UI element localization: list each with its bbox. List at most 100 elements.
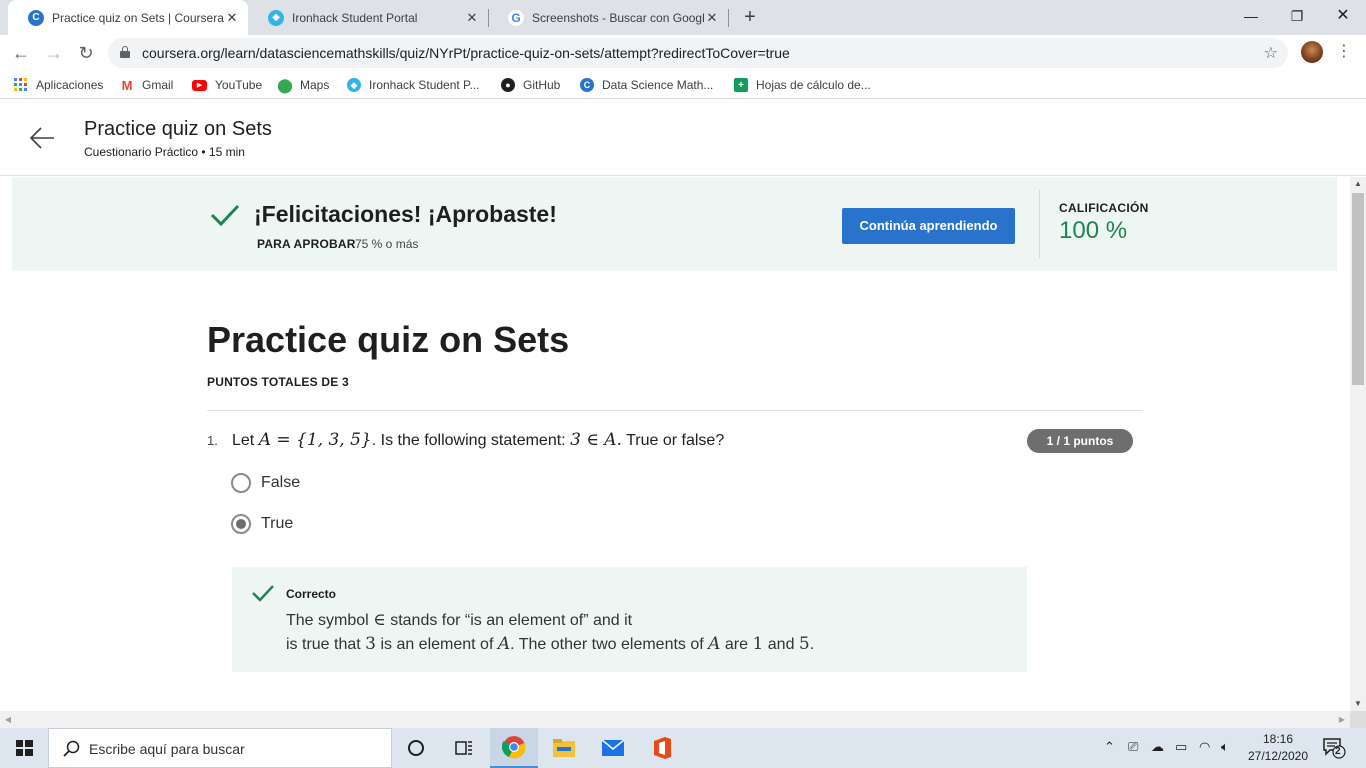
bookmark-label: Ironhack Student P... (369, 78, 480, 92)
scroll-up-icon[interactable]: ▲ (1350, 177, 1366, 191)
feedback-text: are (724, 636, 749, 653)
feedback-label: Correcto (286, 587, 337, 601)
tab-ironhack[interactable]: ◆ Ironhack Student Portal ✕ (248, 0, 488, 35)
ironhack-icon: ◆ (268, 9, 284, 26)
feedback-text: is true that (286, 636, 361, 653)
question-prefix: Let (232, 432, 255, 449)
wifi-icon[interactable]: ◠ (1199, 739, 1210, 755)
bookmark-ironhack[interactable]: ◆ Ironhack Student P... (347, 76, 480, 94)
task-view-icon[interactable] (440, 728, 488, 768)
check-icon (252, 585, 274, 602)
close-icon[interactable]: ✕ (224, 10, 240, 26)
grade-label: CALIFICACIÓN (1059, 201, 1149, 215)
check-icon (210, 204, 240, 227)
pass-value: 75 % o más (355, 237, 419, 251)
bookmark-sheets[interactable]: + Hojas de cálculo de... (734, 76, 871, 94)
tab-coursera[interactable]: C Practice quiz on Sets | Coursera ✕ (8, 0, 248, 35)
gmail-icon: M (121, 77, 133, 93)
youtube-icon: ▶ (192, 79, 207, 91)
option-label: True (261, 515, 294, 532)
reload-icon[interactable]: ↻ (72, 39, 100, 67)
lock-icon (120, 46, 130, 58)
address-bar[interactable]: coursera.org/learn/datasciencemathskills… (108, 38, 1288, 68)
close-icon[interactable]: ✕ (704, 10, 720, 26)
notification-count: 2 (1335, 746, 1341, 757)
divider (207, 410, 1143, 411)
browser-toolbar: ← → ↻ coursera.org/learn/datasciencemath… (0, 35, 1366, 70)
system-clock[interactable]: 18:16 27/12/2020 (1244, 731, 1312, 765)
feedback-math: A (497, 634, 511, 654)
minimize-icon[interactable]: — (1228, 0, 1274, 35)
page-header: Practice quiz on Sets Cuestionario Práct… (0, 102, 1366, 176)
total-points: PUNTOS TOTALES DE 3 (207, 375, 349, 389)
radio-button-selected[interactable] (231, 514, 251, 534)
horizontal-scrollbar[interactable]: ◀ ▶ (0, 711, 1350, 728)
window-close-icon[interactable]: ✕ (1320, 0, 1366, 35)
search-icon (63, 740, 80, 757)
onedrive-icon[interactable]: ☁ (1151, 739, 1164, 755)
back-arrow-icon[interactable] (28, 124, 56, 152)
restore-icon[interactable]: ❐ (1274, 0, 1320, 35)
option-false[interactable]: False (231, 472, 300, 494)
battery-icon[interactable]: ▭ (1175, 739, 1187, 755)
feedback-text: . (809, 636, 815, 653)
tray-chevron-icon[interactable]: ⌃ (1104, 739, 1115, 755)
feedback-text: and (767, 636, 795, 653)
vertical-scrollbar[interactable]: ▲ ▼ (1350, 177, 1366, 711)
scrollbar-corner (1350, 711, 1366, 728)
meet-now-icon[interactable]: ⎚ (1128, 739, 1138, 755)
tab-title: Practice quiz on Sets | Coursera (52, 10, 224, 25)
bookmark-youtube[interactable]: ▶ YouTube (192, 76, 262, 94)
question-middle: . Is the following statement: (371, 432, 566, 449)
cortana-icon[interactable] (392, 728, 440, 768)
clock-time: 18:16 (1262, 732, 1294, 746)
scroll-down-icon[interactable]: ▼ (1350, 697, 1366, 711)
forward-icon[interactable]: → (40, 39, 68, 67)
option-label: False (261, 474, 301, 491)
new-tab-button[interactable]: + (738, 5, 762, 29)
file-explorer-icon[interactable] (540, 728, 588, 768)
feedback-math: 1 (752, 634, 764, 654)
pass-banner: ¡Felicitaciones! ¡Aprobaste! PARA APROBA… (12, 177, 1337, 271)
radio-button[interactable] (231, 473, 251, 493)
tab-title: Ironhack Student Portal (292, 10, 418, 25)
coursera-icon: C (580, 78, 594, 92)
bookmark-aplicaciones[interactable]: Aplicaciones (14, 76, 103, 94)
continue-learning-button[interactable]: Continúa aprendiendo (842, 208, 1015, 244)
header-title: Practice quiz on Sets (84, 118, 272, 140)
question-suffix: True or false? (626, 432, 725, 449)
grade-value: 100 % (1059, 217, 1128, 244)
windows-start-icon[interactable] (0, 728, 48, 768)
feedback-math: 5 (798, 634, 810, 654)
volume-icon[interactable]: 🔈︎ (1221, 739, 1229, 755)
office-icon[interactable] (638, 728, 686, 768)
quiz-title: Practice quiz on Sets (207, 319, 570, 360)
tab-google[interactable]: G Screenshots - Buscar con Google ✕ (488, 0, 728, 35)
feedback-math: A (708, 634, 721, 654)
scroll-right-icon[interactable]: ▶ (1334, 711, 1350, 728)
bookmark-maps[interactable]: ⬤ Maps (277, 76, 330, 94)
bookmarks-bar: Aplicaciones M Gmail ▶ YouTube ⬤ Maps ◆ … (0, 70, 1366, 99)
bookmark-data-science-math[interactable]: C Data Science Math... (580, 76, 713, 94)
menu-kebab-icon[interactable]: ⋮ (1336, 41, 1352, 63)
bookmark-star-icon[interactable]: ☆ (1264, 43, 1278, 63)
bookmark-label: Maps (300, 78, 330, 92)
chrome-taskbar-icon[interactable] (490, 728, 538, 768)
profile-avatar[interactable] (1301, 41, 1323, 63)
taskbar-search-box[interactable]: Escribe aquí para buscar (48, 728, 392, 768)
bookmark-github[interactable]: ● GitHub (501, 76, 560, 94)
notification-center-icon[interactable]: 2 (1322, 737, 1346, 759)
back-icon[interactable]: ← (7, 39, 35, 67)
tab-strip: C Practice quiz on Sets | Coursera ✕ ◆ I… (0, 0, 1366, 35)
bookmark-gmail[interactable]: M Gmail (120, 76, 174, 94)
clock-date: 27/12/2020 (1247, 749, 1309, 763)
google-icon: G (508, 9, 524, 26)
bookmark-label: Gmail (142, 78, 174, 92)
scroll-left-icon[interactable]: ◀ (0, 711, 16, 728)
option-true[interactable]: True (231, 513, 293, 535)
feedback-text: stands for “is an element of” and it (390, 612, 633, 629)
url-text[interactable]: coursera.org/learn/datasciencemathskills… (142, 45, 790, 61)
mail-icon[interactable] (589, 728, 637, 768)
scrollbar-thumb[interactable] (1352, 193, 1364, 385)
close-icon[interactable]: ✕ (464, 10, 480, 26)
